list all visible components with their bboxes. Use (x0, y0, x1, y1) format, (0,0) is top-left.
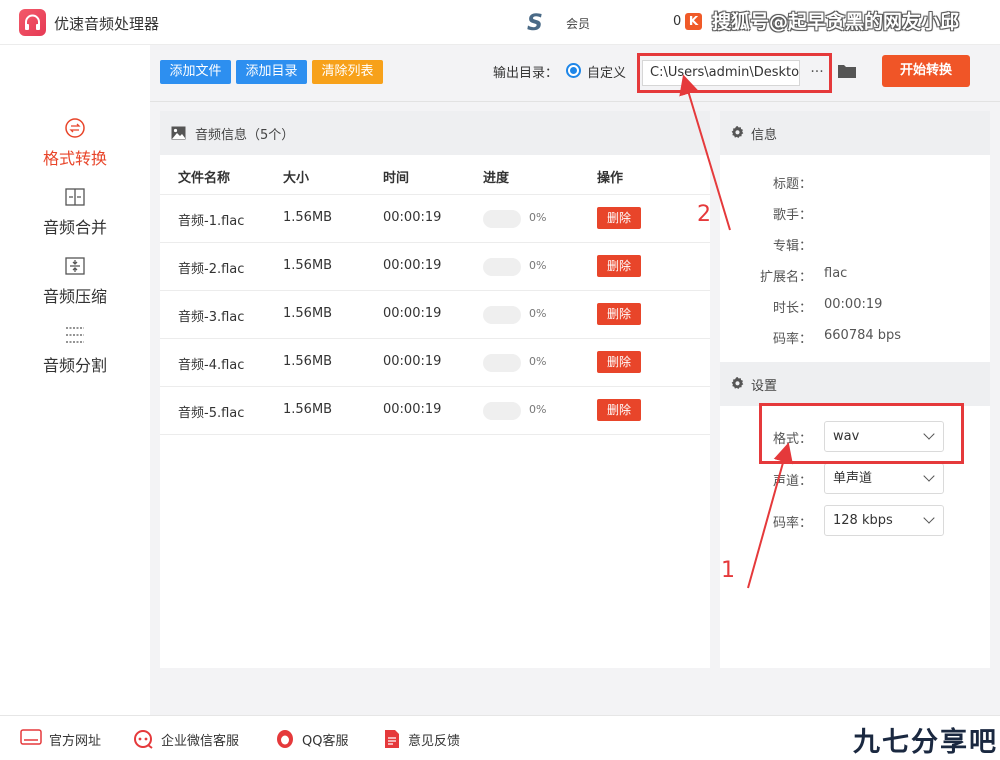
annotation-number-1: 1 (721, 558, 735, 583)
annotation-number-2: 2 (697, 202, 711, 227)
app-window: 优速音频处理器 S 会员 0 K 搜狐号@起早贪黑的网友小邱 格式转换 音频合并… (0, 0, 1000, 760)
footer-item-label: 意见反馈 (408, 734, 461, 749)
qq-icon (277, 730, 293, 748)
footer-item-label: 官方网址 (49, 734, 102, 749)
footer-item-label: QQ客服 (302, 734, 349, 749)
feedback-icon (385, 730, 399, 748)
brand-watermark: 九七分享吧 (853, 727, 998, 758)
wechat-service-icon (134, 730, 153, 749)
footer: 官方网址 企业微信客服 QQ客服 意见反馈 (0, 715, 1000, 760)
annotation-arrows (679, 74, 793, 589)
footer-item-label: 企业微信客服 (161, 734, 240, 749)
annotation-arrow-1 (747, 442, 793, 589)
website-icon (20, 729, 42, 745)
